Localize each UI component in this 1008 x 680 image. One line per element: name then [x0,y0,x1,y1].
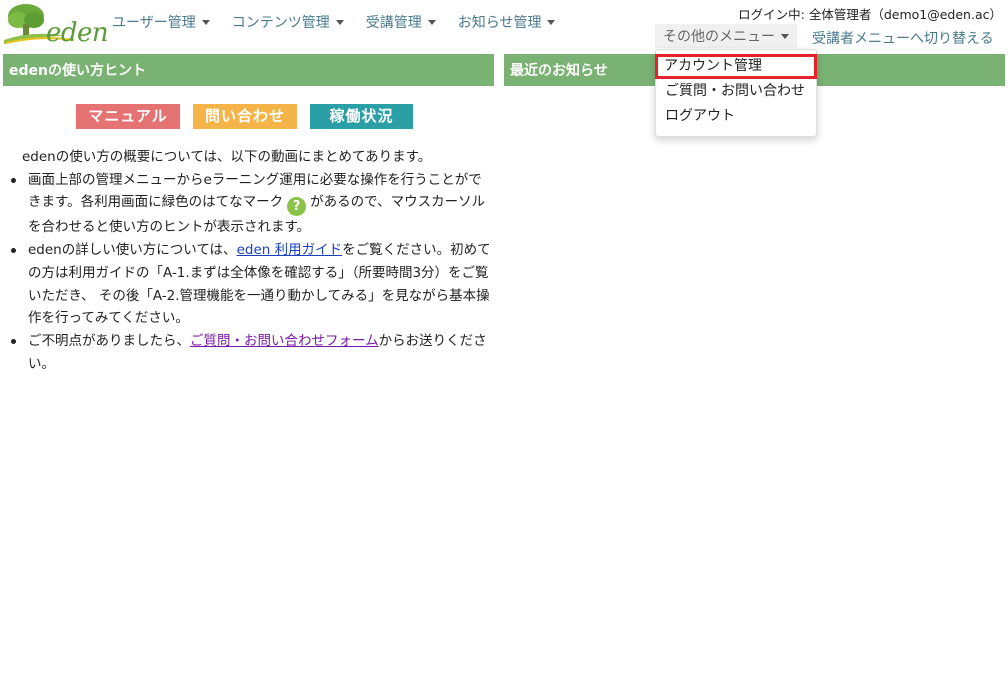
contact-button[interactable]: 問い合わせ [193,104,297,129]
menu-item-inquiry[interactable]: ご質問・お問い合わせ [656,79,816,104]
caret-down-icon [427,19,436,25]
caret-down-icon [335,19,344,25]
logo-text: eden [46,18,109,48]
nav-label: 受講管理 [365,15,422,31]
menu-item-account-management[interactable]: アカウント管理 [655,54,817,79]
eden-logo[interactable]: eden [4,2,109,48]
nav-user-management[interactable]: ユーザー管理 [112,12,210,32]
nav-course-management[interactable]: 受講管理 [366,12,436,32]
hints-panel-title: edenの使い方ヒント [3,54,494,86]
user-guide-link[interactable]: eden 利用ガイド [237,242,343,258]
list-item: ご不明点がありましたら、ご質問・お問い合わせフォームからお送りください。 [8,330,494,375]
manual-button[interactable]: マニュアル [76,104,180,129]
menu-item-logout[interactable]: ログアウト [656,104,816,129]
other-menu-toggle[interactable]: その他のメニュー [655,24,797,48]
switch-to-learner-menu-link[interactable]: 受講者メニューへ切り替える [812,28,994,48]
hints-list: 画面上部の管理メニューからeラーニング運用に必要な操作を行うことができます。各利… [8,169,494,376]
list-item: 画面上部の管理メニューからeラーニング運用に必要な操作を行うことができます。各利… [8,169,494,239]
nav-label: ユーザー管理 [112,15,196,31]
login-info: ログイン中: 全体管理者（demo1@eden.ac） [738,7,1002,22]
caret-down-icon [781,33,789,39]
caret-down-icon [201,19,210,25]
nav-content-management[interactable]: コンテンツ管理 [232,12,344,32]
nav-label: コンテンツ管理 [231,15,330,31]
nav-label: お知らせ管理 [457,15,542,31]
hints-content: edenの使い方の概要については、以下の動画にまとめてあります。 画面上部の管理… [8,146,494,375]
nav-notice-management[interactable]: お知らせ管理 [458,12,556,32]
help-question-icon: ? [287,197,307,217]
list-item: edenの詳しい使い方については、eden 利用ガイドをご覧ください。初めての方… [8,239,494,330]
main-nav: ユーザー管理 コンテンツ管理 受講管理 お知らせ管理 [112,12,577,32]
other-menu-label: その他のメニュー [663,29,775,45]
other-menu-dropdown: アカウント管理 ご質問・お問い合わせ ログアウト [655,49,817,137]
hint-text: ご不明点がありましたら、 [28,332,190,349]
contact-form-link[interactable]: ご質問・お問い合わせフォーム [190,333,379,349]
intro-text: edenの使い方の概要については、以下の動画にまとめてあります。 [22,149,432,165]
status-button[interactable]: 稼働状況 [310,104,413,129]
hint-text: edenの詳しい使い方については、 [28,242,237,259]
caret-down-icon [547,19,556,25]
